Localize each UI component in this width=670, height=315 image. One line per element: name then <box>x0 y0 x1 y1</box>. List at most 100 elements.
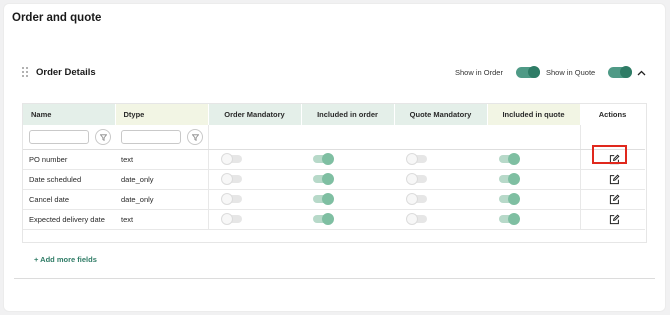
field-name-cell: Cancel date <box>23 189 115 210</box>
toggle-knob <box>322 152 334 165</box>
column-header-quote-mandatory[interactable]: Quote Mandatory <box>394 104 488 125</box>
included-in-quote-cell <box>487 189 581 210</box>
order-details-header: Order Details Show in Order Show in Quot… <box>4 62 667 84</box>
column-header-name[interactable]: Name <box>23 104 116 125</box>
table-row: Cancel date date_only <box>23 189 645 210</box>
field-dtype-cell: text <box>115 149 209 170</box>
chevron-up-icon[interactable] <box>637 70 646 76</box>
edit-icon[interactable] <box>609 173 620 185</box>
quote-mandatory-toggle[interactable] <box>406 212 427 225</box>
table-header-row: Name Dtype Order Mandatory Included in o… <box>23 104 646 125</box>
filter-row <box>23 125 645 150</box>
column-header-actions: Actions <box>580 104 646 125</box>
quote-mandatory-toggle[interactable] <box>406 192 427 205</box>
toggle-knob <box>220 152 233 165</box>
show-in-quote-label: Show in Quote <box>546 68 596 77</box>
quote-mandatory-toggle[interactable] <box>406 152 427 165</box>
included-in-order-cell <box>301 189 394 210</box>
table-body: PO number text Date scheduled date_only Canc… <box>23 149 645 230</box>
field-name-cell: Date scheduled <box>23 169 115 190</box>
included-in-quote-toggle[interactable] <box>499 192 520 205</box>
toggle-knob <box>508 172 520 185</box>
page-title: Order and quote <box>12 12 102 24</box>
highlight-box <box>592 145 627 164</box>
included-in-quote-cell <box>487 169 581 190</box>
order-mandatory-toggle[interactable] <box>220 172 242 185</box>
name-filter-cell <box>23 125 115 150</box>
toggle-knob <box>406 192 418 205</box>
field-dtype-cell: text <box>115 209 209 230</box>
show-in-order-label: Show in Order <box>455 68 503 77</box>
toggle-knob <box>406 212 418 225</box>
column-header-order-mandatory[interactable]: Order Mandatory <box>208 104 302 125</box>
show-in-order-toggle[interactable] <box>516 66 540 78</box>
section-title: Order Details <box>36 67 96 78</box>
drag-handle-icon[interactable] <box>22 67 30 77</box>
table-row: Date scheduled date_only <box>23 169 645 190</box>
included-in-quote-toggle[interactable] <box>499 212 520 225</box>
toggle-knob <box>508 192 520 205</box>
filter-icon <box>100 134 107 141</box>
order-mandatory-cell <box>208 149 301 170</box>
included-in-order-toggle[interactable] <box>313 192 334 205</box>
order-mandatory-toggle[interactable] <box>220 212 242 225</box>
field-dtype-cell: date_only <box>115 169 209 190</box>
actions-cell <box>580 209 645 230</box>
order-mandatory-cell <box>208 189 301 210</box>
included-in-quote-toggle[interactable] <box>499 172 520 185</box>
column-header-dtype[interactable]: Dtype <box>115 104 209 125</box>
column-header-included-in-quote[interactable]: Included in quote <box>487 104 581 125</box>
filter-icon <box>192 134 199 141</box>
toggle-knob <box>220 212 233 225</box>
quote-mandatory-cell <box>394 149 487 170</box>
table-row: PO number text <box>23 149 645 170</box>
field-dtype-cell: date_only <box>115 189 209 210</box>
included-in-quote-cell <box>487 209 581 230</box>
order-mandatory-toggle[interactable] <box>220 192 242 205</box>
dtype-filter-button[interactable] <box>187 129 203 145</box>
toggle-knob <box>528 66 540 78</box>
edit-icon[interactable] <box>609 213 620 225</box>
field-name-cell: PO number <box>23 149 115 170</box>
order-and-quote-page: Order and quote Order Details Show in Or… <box>3 3 666 312</box>
toggle-knob <box>620 66 632 78</box>
edit-icon[interactable] <box>609 193 620 205</box>
included-in-order-cell <box>301 149 394 170</box>
toggle-knob <box>322 192 334 205</box>
toggle-knob <box>322 212 334 225</box>
name-filter-input[interactable] <box>29 130 89 144</box>
field-name-cell: Expected delivery date <box>23 209 115 230</box>
included-in-order-cell <box>301 169 394 190</box>
order-mandatory-toggle[interactable] <box>220 152 242 165</box>
actions-cell <box>580 169 645 190</box>
order-mandatory-cell <box>208 169 301 190</box>
included-in-quote-toggle[interactable] <box>499 152 520 165</box>
column-header-included-in-order[interactable]: Included in order <box>301 104 395 125</box>
included-in-quote-cell <box>487 149 581 170</box>
included-in-order-toggle[interactable] <box>313 172 334 185</box>
toggle-knob <box>406 172 418 185</box>
order-details-table: Name Dtype Order Mandatory Included in o… <box>22 103 647 243</box>
toggle-knob <box>220 192 233 205</box>
included-in-order-cell <box>301 209 394 230</box>
divider <box>14 278 655 279</box>
quote-mandatory-cell <box>394 209 487 230</box>
toggle-knob <box>508 212 520 225</box>
included-in-order-toggle[interactable] <box>313 212 334 225</box>
quote-mandatory-cell <box>394 169 487 190</box>
show-in-quote-toggle[interactable] <box>608 66 632 78</box>
order-mandatory-cell <box>208 209 301 230</box>
dtype-filter-cell <box>115 125 209 150</box>
included-in-order-toggle[interactable] <box>313 152 334 165</box>
dtype-filter-input[interactable] <box>121 130 181 144</box>
add-more-fields-link[interactable]: + Add more fields <box>34 255 97 264</box>
quote-mandatory-cell <box>394 189 487 210</box>
quote-mandatory-toggle[interactable] <box>406 172 427 185</box>
toggle-knob <box>220 172 233 185</box>
actions-cell <box>580 189 645 210</box>
toggle-knob <box>322 172 334 185</box>
table-row: Expected delivery date text <box>23 209 645 230</box>
name-filter-button[interactable] <box>95 129 111 145</box>
toggle-knob <box>406 152 418 165</box>
toggle-knob <box>508 152 520 165</box>
